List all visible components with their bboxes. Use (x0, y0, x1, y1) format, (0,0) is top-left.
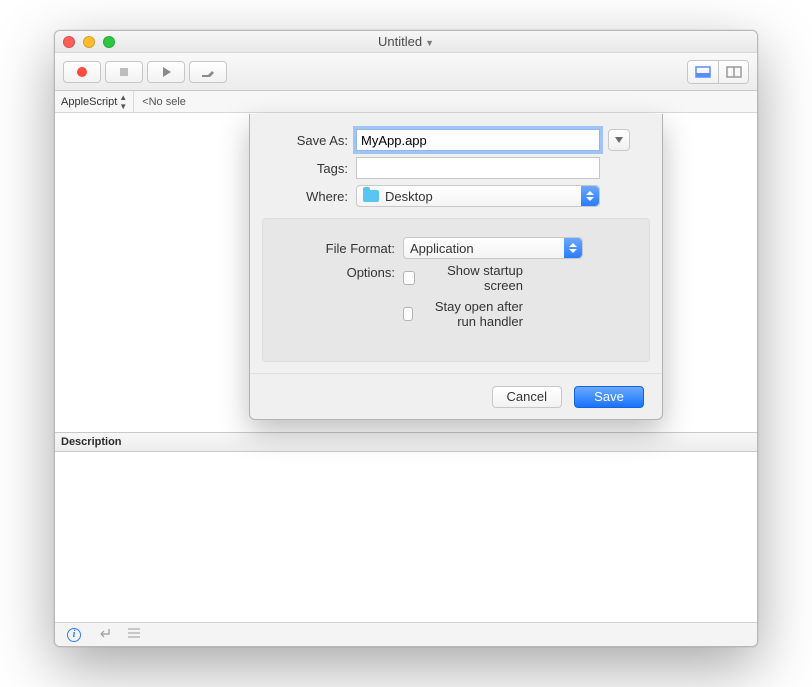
view-mode-segment (687, 60, 749, 84)
file-format-row: File Format: Application (275, 237, 637, 259)
titlebar: Untitled▼ (55, 31, 757, 53)
file-format-value: Application (410, 241, 474, 256)
save-button[interactable]: Save (574, 386, 644, 408)
list-icon[interactable] (127, 626, 141, 644)
option-startup-screen[interactable]: Show startup screen (403, 263, 531, 293)
window-title-text: Untitled (378, 34, 422, 49)
save-as-input[interactable] (356, 129, 600, 151)
view-mode-editor[interactable] (688, 61, 718, 83)
chevron-down-icon: ▼ (425, 38, 434, 48)
save-as-label: Save As: (268, 133, 356, 148)
file-format-label: File Format: (275, 241, 403, 256)
stop-button[interactable] (105, 61, 143, 83)
option-stayopen-checkbox[interactable] (403, 307, 413, 321)
where-label: Where: (268, 189, 356, 204)
cancel-button[interactable]: Cancel (492, 386, 562, 408)
info-icon[interactable]: i (67, 628, 81, 642)
selection-path[interactable]: <No sele (134, 96, 186, 108)
toolbar (55, 53, 757, 91)
options-label: Options: (275, 263, 403, 280)
updown-icon (581, 186, 599, 206)
save-as-row: Save As: (268, 129, 644, 151)
save-sheet: Save As: Tags: Where: Desktop File Forma… (249, 114, 663, 420)
option-stay-open[interactable]: Stay open after run handler (403, 299, 531, 329)
tags-input[interactable] (356, 157, 600, 179)
option-stayopen-label: Stay open after run handler (419, 299, 523, 329)
file-format-select[interactable]: Application (403, 237, 583, 259)
updown-icon (564, 238, 582, 258)
run-button[interactable] (147, 61, 185, 83)
where-value: Desktop (385, 189, 433, 204)
options-stack: Show startup screen Stay open after run … (403, 263, 531, 329)
script-editor-window: Untitled▼ (54, 30, 758, 647)
where-row: Where: Desktop (268, 185, 644, 207)
language-label: AppleScript (61, 96, 117, 108)
record-button[interactable] (63, 61, 101, 83)
cancel-button-label: Cancel (507, 389, 547, 404)
toolbar-transport (63, 61, 227, 83)
where-select[interactable]: Desktop (356, 185, 600, 207)
updown-icon: ▲▼ (119, 93, 127, 111)
tags-label: Tags: (268, 161, 356, 176)
status-bar: i (55, 622, 757, 646)
window-title[interactable]: Untitled▼ (55, 34, 757, 49)
sheet-footer: Cancel Save (250, 373, 662, 419)
expand-browser-button[interactable] (608, 129, 630, 151)
description-label: Description (61, 436, 122, 448)
option-startup-checkbox[interactable] (403, 271, 415, 285)
save-button-label: Save (594, 389, 624, 404)
options-panel: File Format: Application Options: Show s… (262, 218, 650, 362)
options-row: Options: Show startup screen Stay open a… (275, 263, 637, 329)
chevron-down-icon (614, 136, 624, 144)
folder-icon (363, 190, 379, 202)
navigation-bar: AppleScript ▲▼ <No sele (55, 91, 757, 113)
tags-row: Tags: (268, 157, 644, 179)
return-icon[interactable] (97, 626, 111, 644)
option-startup-label: Show startup screen (421, 263, 523, 293)
language-selector[interactable]: AppleScript ▲▼ (61, 91, 134, 112)
description-header[interactable]: Description (55, 432, 757, 452)
compile-button[interactable] (189, 61, 227, 83)
view-mode-log[interactable] (718, 61, 748, 83)
description-area[interactable] (55, 452, 757, 622)
